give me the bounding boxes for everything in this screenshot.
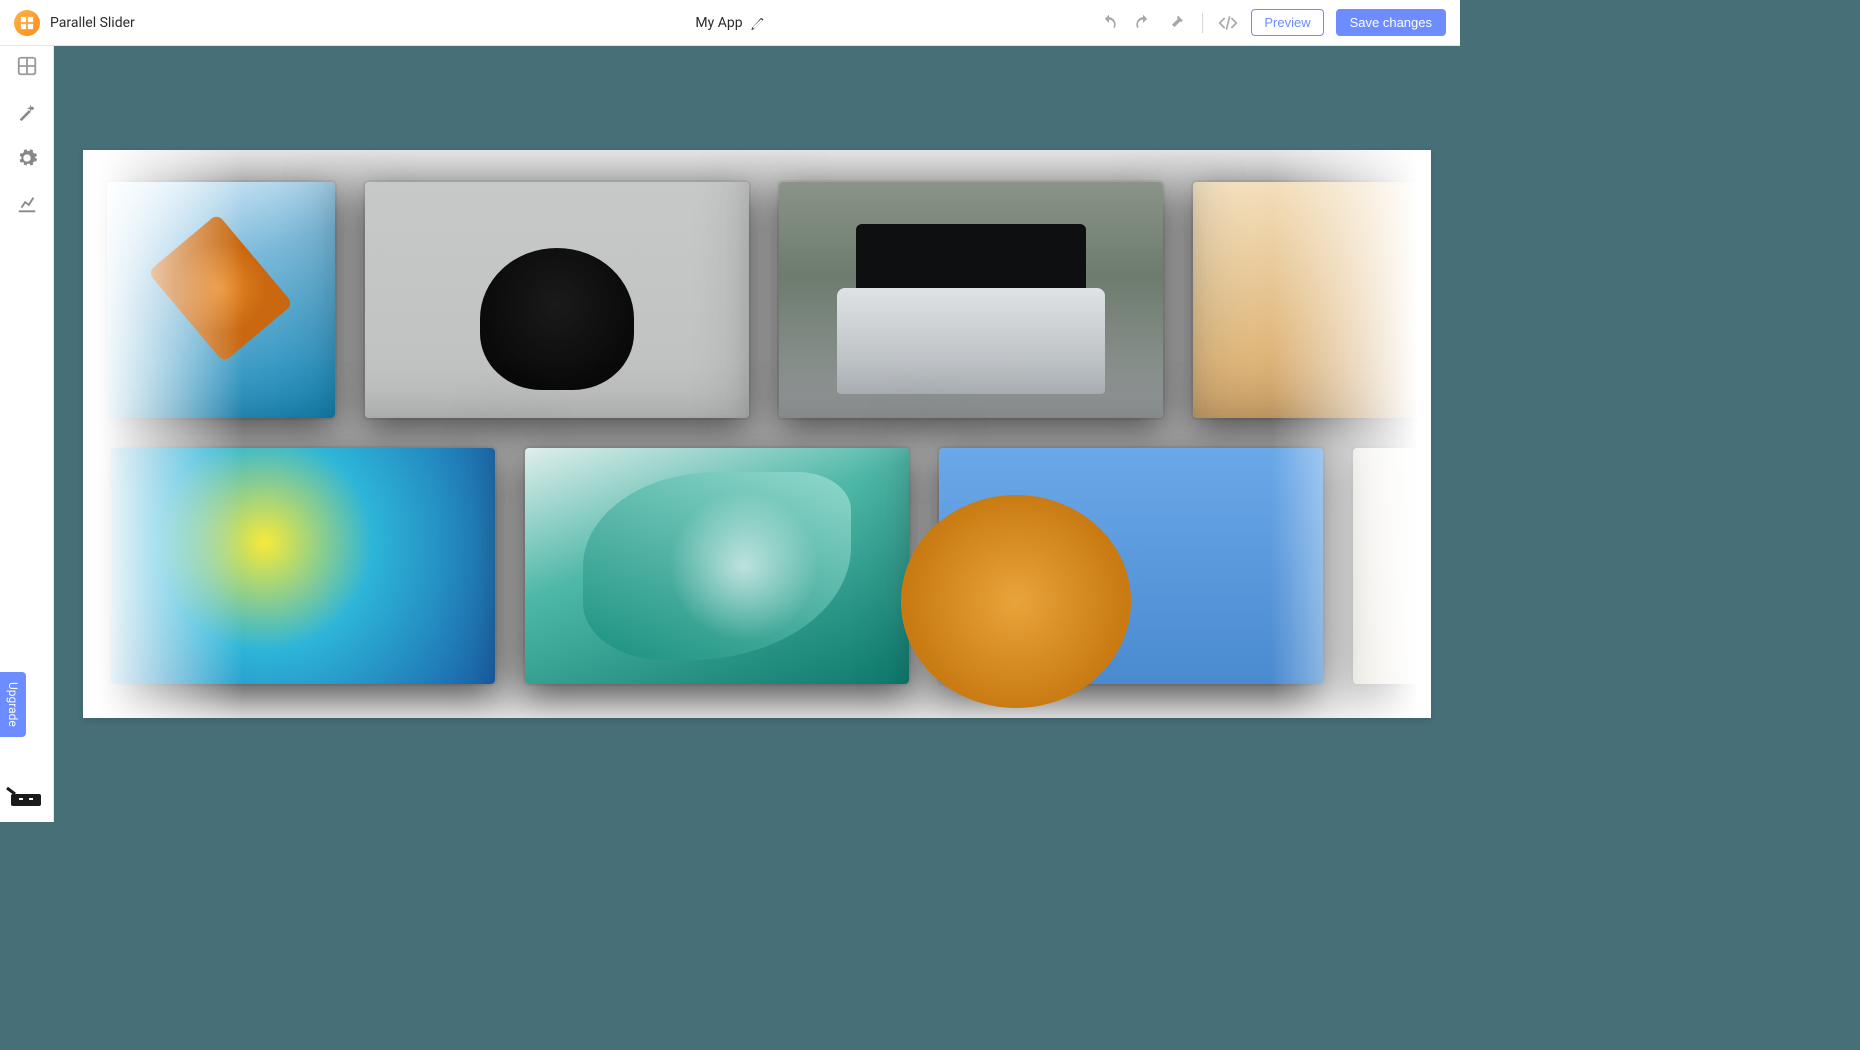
redo-icon[interactable] (1132, 12, 1154, 34)
slider-tile[interactable] (365, 182, 749, 418)
slider-tile[interactable] (939, 448, 1323, 684)
gear-icon[interactable] (15, 146, 39, 170)
slider-row-2 (83, 448, 1431, 684)
topbar-center: My App (695, 15, 764, 31)
slider-row-1 (83, 182, 1431, 418)
slider-tile[interactable] (779, 182, 1163, 418)
grid-icon[interactable] (15, 54, 39, 78)
app-title[interactable]: My App (695, 15, 742, 31)
widget-name: Parallel Slider (50, 15, 135, 31)
mascot-icon[interactable] (5, 786, 45, 808)
parallel-slider-widget[interactable] (83, 150, 1431, 718)
slider-tile[interactable] (111, 448, 495, 684)
slider-tile[interactable] (1193, 182, 1431, 418)
wand-icon[interactable] (15, 100, 39, 124)
slider-tile[interactable] (1353, 448, 1431, 684)
topbar-left: Parallel Slider (14, 10, 135, 36)
preview-button[interactable]: Preview (1251, 9, 1323, 36)
slider-tile[interactable] (525, 448, 909, 684)
slider-tile[interactable] (107, 182, 335, 418)
pencil-icon[interactable] (751, 16, 765, 30)
undo-icon[interactable] (1098, 12, 1120, 34)
upgrade-tab[interactable]: Upgrade (0, 672, 26, 737)
topbar: Parallel Slider My App Preview Save chan… (0, 0, 1460, 46)
divider (1202, 13, 1203, 33)
topbar-right: Preview Save changes (1098, 9, 1446, 36)
canvas[interactable] (54, 46, 1460, 822)
code-icon[interactable] (1217, 12, 1239, 34)
save-changes-button[interactable]: Save changes (1336, 9, 1446, 36)
app-logo-icon[interactable] (14, 10, 40, 36)
hammer-icon[interactable] (1166, 12, 1188, 34)
chart-icon[interactable] (15, 192, 39, 216)
